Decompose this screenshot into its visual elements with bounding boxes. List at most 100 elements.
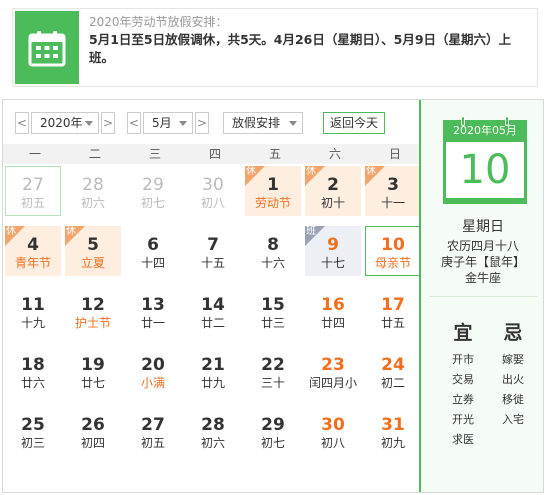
- lunar-label: 初十: [320, 196, 345, 210]
- year-select-value: 2020年: [40, 116, 83, 130]
- lunar-label: 廿三: [260, 316, 285, 330]
- day-number: 20: [141, 355, 165, 375]
- day-cell[interactable]: 6 十四: [125, 226, 181, 276]
- day-number: 24: [381, 355, 405, 375]
- day-cell[interactable]: 31 初九: [365, 406, 421, 456]
- day-cell[interactable]: 11 十九: [5, 286, 61, 336]
- weekday-label: 五: [268, 147, 281, 161]
- lunar-label: 十一: [380, 196, 405, 210]
- day-cell[interactable]: 27 初五: [125, 406, 181, 456]
- month-select[interactable]: 5月: [143, 112, 193, 134]
- day-cell[interactable]: 30 初八: [185, 166, 241, 216]
- prev-month-button[interactable]: <: [127, 112, 141, 134]
- day-cell[interactable]: 29 初七: [125, 166, 181, 216]
- lunar-label: 初九: [380, 436, 405, 450]
- suitable-item: 开市: [452, 353, 474, 366]
- notice-title: 2020年劳动节放假安排：: [89, 15, 228, 29]
- day-cell[interactable]: 30 初八: [305, 406, 361, 456]
- lunar-label: 廿五: [380, 316, 405, 330]
- day-cell[interactable]: 13 廿一: [125, 286, 181, 336]
- badge-month: 2020年05月: [453, 124, 517, 137]
- day-cell[interactable]: 休 4 青年节: [5, 226, 61, 276]
- avoid-item: 嫁娶: [502, 353, 524, 366]
- day-cell[interactable]: 休 2 初十: [305, 166, 361, 216]
- day-cell[interactable]: 19 廿七: [65, 346, 121, 396]
- day-cell[interactable]: 休 1 劳动节: [245, 166, 301, 216]
- day-cell[interactable]: 21 廿九: [185, 346, 241, 396]
- chevron-down-icon: [179, 121, 187, 126]
- tag-label: 休: [306, 166, 316, 177]
- lunar-label: 三十: [260, 376, 285, 390]
- divider: [429, 296, 537, 297]
- day-cell[interactable]: 15 廿三: [245, 286, 301, 336]
- weekday-header: 一 二 三 四 五 六 日: [3, 144, 419, 164]
- chevron-down-icon: [85, 121, 93, 126]
- day-cell[interactable]: 12 护士节: [65, 286, 121, 336]
- day-number: 27: [22, 175, 44, 195]
- lunar-label: 十四: [140, 256, 165, 270]
- suitable-item: 开光: [452, 413, 474, 426]
- day-cell[interactable]: 14 廿二: [185, 286, 241, 336]
- day-cell[interactable]: 25 初三: [5, 406, 61, 456]
- day-number: 10: [381, 235, 405, 255]
- weekday-label: 三: [148, 147, 161, 161]
- holiday-select-value: 放假安排: [232, 116, 281, 130]
- day-cell[interactable]: 28 初六: [65, 166, 121, 216]
- day-cell[interactable]: 26 初四: [65, 406, 121, 456]
- day-cell[interactable]: 28 初六: [185, 406, 241, 456]
- day-cell[interactable]: 10 母亲节: [365, 226, 421, 276]
- month-select-value: 5月: [152, 116, 172, 130]
- next-month-button[interactable]: >: [195, 112, 209, 134]
- lunar-label: 母亲节: [374, 256, 411, 270]
- prev-year-button[interactable]: <: [15, 112, 29, 134]
- day-detail-panel: 2020年05月 10 星期日 农历四月十八 庚子年【鼠年】 金牛座 宜 忌 开…: [419, 100, 543, 492]
- lunar-label: 初五: [20, 196, 45, 210]
- day-number: 19: [81, 355, 105, 375]
- day-number: 7: [207, 235, 219, 255]
- weekday-label: 六: [328, 147, 341, 161]
- day-cell[interactable]: 22 三十: [245, 346, 301, 396]
- day-cell[interactable]: 20 小满: [125, 346, 181, 396]
- day-cell[interactable]: 休 5 立夏: [65, 226, 121, 276]
- lunar-label: 初八: [200, 196, 225, 210]
- day-cell[interactable]: 24 初二: [365, 346, 421, 396]
- day-cell[interactable]: 27 初五: [5, 166, 61, 216]
- year-select[interactable]: 2020年: [31, 112, 99, 134]
- next-year-button[interactable]: >: [101, 112, 115, 134]
- constellation: 金牛座: [464, 271, 501, 285]
- day-cell[interactable]: 17 廿五: [365, 286, 421, 336]
- chevron-down-icon: [289, 121, 297, 126]
- lunar-label: 十九: [20, 316, 45, 330]
- tag-label: 休: [6, 226, 16, 237]
- avoid-item: 入宅: [502, 413, 524, 426]
- lunar-label: 十五: [200, 256, 225, 270]
- day-cell[interactable]: 29 初七: [245, 406, 301, 456]
- day-number: 17: [381, 295, 405, 315]
- tag-label: 休: [366, 166, 376, 177]
- day-cell[interactable]: 16 廿四: [305, 286, 361, 336]
- day-cell[interactable]: 班 9 十七: [305, 226, 361, 276]
- weekday-label: 日: [388, 147, 401, 161]
- avoid-title: 忌: [503, 322, 523, 344]
- suitable-item: 交易: [452, 373, 474, 386]
- tag-label: 班: [306, 226, 316, 237]
- suitable-list: 开市 交易 立券 开光 求医: [443, 350, 483, 450]
- lunar-label: 廿七: [80, 376, 105, 390]
- back-to-today-button[interactable]: 返回今天: [323, 112, 385, 134]
- lunar-label: 小满: [140, 376, 165, 390]
- holiday-select[interactable]: 放假安排: [223, 112, 303, 134]
- lunar-label: 初三: [20, 436, 45, 450]
- day-number: 30: [321, 415, 345, 435]
- lunar-label: 劳动节: [254, 196, 291, 210]
- tag-label: 休: [246, 166, 256, 177]
- day-cell[interactable]: 7 十五: [185, 226, 241, 276]
- lunar-label: 立夏: [80, 256, 105, 270]
- weekday-label: 二: [88, 147, 101, 161]
- avoid-item: 出火: [502, 373, 524, 386]
- day-cell[interactable]: 8 十六: [245, 226, 301, 276]
- day-cell[interactable]: 休 3 十一: [365, 166, 421, 216]
- day-cell[interactable]: 18 廿六: [5, 346, 61, 396]
- day-cell[interactable]: 23 闰四月小: [305, 346, 361, 396]
- day-number: 14: [201, 295, 225, 315]
- lunar-label: 青年节: [14, 256, 51, 270]
